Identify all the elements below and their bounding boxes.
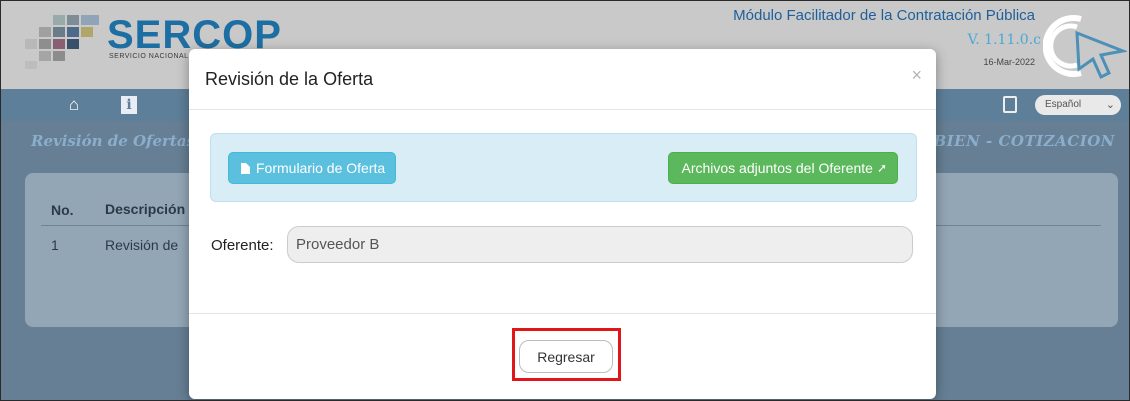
table-cell-description[interactable]: Revisión de [105, 237, 178, 253]
module-date: 16-Mar-2022 [983, 57, 1035, 67]
cursor-logo-icon [1043, 15, 1127, 80]
language-selected: Español [1045, 99, 1082, 110]
module-version: V. 1.11.0.c [967, 32, 1041, 48]
action-buttons-well: Formulario de Oferta Archivos adjuntos d… [210, 133, 917, 202]
home-icon[interactable]: ⌂ [63, 95, 85, 115]
column-header-description: Descripción [105, 201, 186, 217]
document-icon[interactable] [1003, 96, 1017, 113]
bidder-label: Oferente: [211, 237, 274, 254]
file-icon [241, 162, 250, 174]
logo-subtitle: SERVICIO NACIONAL D [109, 53, 197, 60]
back-button[interactable]: Regresar [519, 340, 613, 373]
app-window: SERCOP SERVICIO NACIONAL D Módulo Facili… [0, 0, 1130, 401]
close-icon[interactable]: × [911, 65, 922, 86]
bidder-field[interactable] [287, 226, 913, 263]
process-type: BIEN - COTIZACION [933, 132, 1115, 150]
language-select[interactable]: Español ⌄ [1035, 95, 1121, 115]
modal-footer-divider [189, 313, 936, 314]
modal-title: Revisión de la Oferta [205, 69, 374, 89]
circle-arrow-down-icon: ➚ [876, 161, 887, 175]
column-header-no: No. [51, 202, 74, 218]
offer-form-button[interactable]: Formulario de Oferta [228, 152, 397, 184]
attachments-label: Archivos adjuntos del Oferente [681, 160, 873, 176]
offer-form-label: Formulario de Oferta [256, 160, 386, 176]
modal-header-divider [189, 109, 936, 110]
table-cell-no: 1 [51, 237, 59, 253]
bidder-attachments-button[interactable]: Archivos adjuntos del Oferente ➚ [668, 152, 898, 184]
info-icon[interactable]: i [121, 96, 137, 114]
chevron-down-icon: ⌄ [1105, 99, 1115, 111]
section-title: Revisión de Ofertas [31, 132, 196, 150]
offer-review-modal: Revisión de la Oferta × Formulario de Of… [189, 49, 936, 399]
sercop-logo-icon [23, 15, 101, 71]
module-title: Módulo Facilitador de la Contratación Pú… [733, 7, 1035, 24]
